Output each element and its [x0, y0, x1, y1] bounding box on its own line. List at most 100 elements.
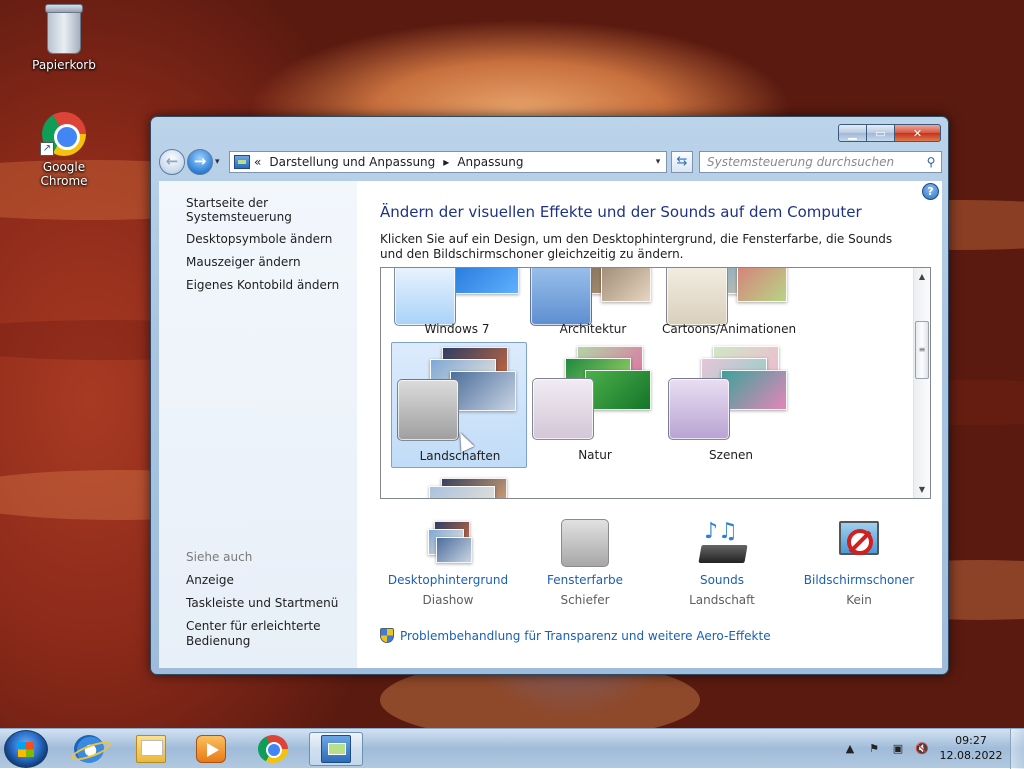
link-mouse-pointers[interactable]: Mauszeiger ändern [186, 255, 301, 269]
main-content: ? Ändern der visuellen Effekte und der S… [357, 181, 942, 668]
back-button[interactable]: ← [159, 149, 185, 175]
link-desktop-icons[interactable]: Desktopsymbole ändern [186, 232, 332, 246]
theme-landscapes[interactable]: Landschaften [391, 342, 527, 468]
breadcrumb-personalization[interactable]: Anpassung [457, 155, 523, 169]
theme-architecture[interactable]: Architektur [525, 268, 661, 336]
theme-list-scrollbar[interactable]: ▲ ≡ ▼ [913, 268, 930, 498]
setting-value: Landschaft [689, 593, 755, 607]
taskbar-internet-explorer[interactable] [62, 732, 116, 766]
theme-list[interactable]: Windows 7 Architektur Cartoons/Animation… [380, 267, 931, 499]
left-task-pane: Startseite der Systemsteuerung Desktopsy… [159, 181, 357, 668]
start-button[interactable] [4, 730, 48, 768]
theme-cartoons[interactable]: Cartoons/Animationen [661, 268, 797, 336]
address-chevron[interactable]: « [254, 155, 261, 169]
desktop-background-setting[interactable]: Desktophintergrund Diashow [380, 519, 516, 607]
link-ease-of-access-line2[interactable]: Bedienung [186, 634, 250, 648]
search-placeholder: Systemsteuerung durchsuchen [707, 155, 895, 169]
taskbar-control-panel[interactable] [309, 732, 363, 766]
taskbar-explorer[interactable] [124, 732, 178, 766]
theme-label: Natur [578, 448, 612, 462]
show-hidden-icons-button[interactable]: ▲ [841, 740, 859, 758]
internet-explorer-icon [74, 735, 104, 763]
desktop-background-icon [424, 519, 472, 567]
link-ease-of-access[interactable]: Center für erleichterte [186, 619, 320, 633]
minimize-button[interactable]: ▁ [838, 124, 867, 142]
setting-label[interactable]: Desktophintergrund [380, 573, 516, 587]
volume-muted-icon[interactable]: 🔇 [913, 740, 931, 758]
screensaver-icon [835, 519, 883, 567]
help-icon[interactable]: ? [922, 183, 939, 200]
clock-time: 09:27 [955, 734, 987, 747]
scroll-down-arrow-icon[interactable]: ▼ [914, 481, 930, 498]
network-icon[interactable]: ▣ [889, 740, 907, 758]
page-description: Klicken Sie auf ein Design, um den Deskt… [380, 232, 893, 261]
address-bar[interactable]: « Darstellung und Anpassung ▸ Anpassung … [229, 151, 667, 173]
link-taskbar-start-menu[interactable]: Taskleiste und Startmenü [186, 596, 338, 610]
address-dropdown-icon[interactable]: ▾ [650, 157, 666, 167]
maximize-button[interactable]: ▭ [867, 124, 895, 142]
minimize-icon: ▁ [848, 126, 857, 140]
theme-label: Architektur [559, 322, 627, 336]
action-center-flag-icon[interactable]: ⚑ [865, 740, 883, 758]
shield-icon [380, 628, 394, 643]
taskbar-media-player[interactable] [184, 732, 238, 766]
close-button[interactable]: ✕ [895, 124, 941, 142]
sounds-setting[interactable]: ♪♫ Sounds Landschaft [654, 519, 790, 607]
desktop-icon-label: Google Chrome [40, 160, 88, 188]
setting-label[interactable]: Sounds [654, 573, 790, 587]
setting-label[interactable]: Fensterfarbe [517, 573, 653, 587]
setting-value: Kein [846, 593, 872, 607]
breadcrumb-separator-icon[interactable]: ▸ [443, 155, 449, 169]
scroll-up-arrow-icon[interactable]: ▲ [914, 268, 930, 285]
window-color-setting[interactable]: Fensterfarbe Schiefer [517, 519, 653, 607]
link-control-panel-home[interactable]: Startseite der Systemsteuerung [186, 196, 357, 224]
screensaver-setting[interactable]: Bildschirmschoner Kein [791, 519, 927, 607]
color-swatch [668, 378, 730, 440]
color-swatch [394, 268, 456, 326]
desktop-icon-label: Papierkorb [32, 58, 96, 72]
aero-troubleshoot-link[interactable]: Problembehandlung für Transparenz und we… [380, 628, 771, 643]
system-clock[interactable]: 09:27 12.08.2022 [938, 733, 1004, 763]
theme-scenes[interactable]: Szenen [663, 342, 799, 468]
page-title: Ändern der visuellen Effekte und der Sou… [380, 203, 862, 221]
wallpaper-thumb [737, 268, 787, 302]
theme-nature[interactable]: Natur [527, 342, 663, 468]
navigation-bar: ← → ▾ « Darstellung und Anpassung ▸ Anpa… [159, 149, 942, 175]
taskbar-chrome[interactable] [246, 732, 300, 766]
setting-label[interactable]: Bildschirmschoner [791, 573, 927, 587]
search-input[interactable]: Systemsteuerung durchsuchen ⚲ [699, 151, 942, 173]
caption-buttons: ▁ ▭ ✕ [838, 124, 941, 142]
theme-label: Windows 7 [424, 322, 490, 336]
link-account-picture[interactable]: Eigenes Kontobild ändern [186, 278, 339, 292]
aero-link-label: Problembehandlung für Transparenz und we… [400, 628, 771, 643]
refresh-button[interactable]: ⇆ [671, 151, 693, 173]
personalization-window: ▁ ▭ ✕ ← → ▾ « Darstellung und Anpassung … [150, 116, 949, 675]
recent-pages-button[interactable]: ▾ [215, 157, 225, 167]
theme-partial[interactable] [391, 474, 527, 498]
maximize-icon: ▭ [875, 126, 886, 140]
control-panel-icon [321, 735, 351, 763]
clock-date: 12.08.2022 [939, 749, 1003, 762]
breadcrumb-appearance[interactable]: Darstellung und Anpassung [269, 155, 435, 169]
recycle-bin-icon [45, 4, 83, 54]
wallpaper-thumb [450, 371, 516, 411]
theme-windows-7[interactable]: Windows 7 [389, 268, 525, 336]
scroll-thumb[interactable]: ≡ [915, 321, 929, 379]
link-display[interactable]: Anzeige [186, 573, 234, 587]
desktop-icon-recycle-bin[interactable]: Papierkorb [22, 4, 106, 72]
setting-value: Diashow [422, 593, 474, 607]
wallpaper-thumb [585, 370, 651, 410]
see-also-heading: Siehe auch [186, 550, 253, 564]
refresh-icon: ⇆ [676, 154, 688, 169]
shortcut-arrow-icon: ↗ [40, 142, 54, 156]
color-swatch [666, 268, 728, 326]
chrome-icon [258, 735, 288, 763]
search-icon[interactable]: ⚲ [921, 155, 941, 169]
setting-value: Schiefer [560, 593, 610, 607]
desktop-icon-chrome[interactable]: ↗ Google Chrome [22, 112, 106, 188]
theme-label: Szenen [709, 448, 753, 462]
media-player-icon [196, 735, 226, 763]
control-panel-icon [234, 155, 250, 169]
show-desktop-button[interactable] [1010, 729, 1024, 769]
forward-button[interactable]: → [187, 149, 213, 175]
